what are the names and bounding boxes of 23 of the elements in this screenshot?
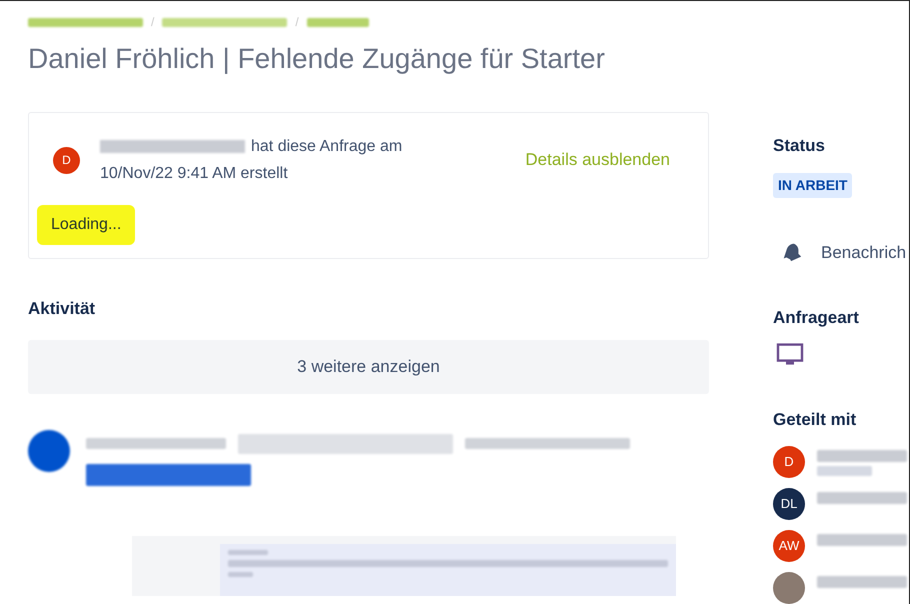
avatar: D	[53, 146, 80, 174]
created-text: hat diese Anfrage am 10/Nov/22 9:41 AM erstellt	[100, 137, 404, 184]
status-label: Status	[773, 135, 826, 157]
request-type-label: Anfrageart	[773, 307, 860, 329]
avatar: DL	[773, 488, 805, 520]
redacted-text	[228, 550, 268, 554]
avatar	[28, 430, 70, 472]
activity-heading: Aktivität	[28, 298, 96, 320]
avatar: AW	[773, 530, 805, 562]
status-badge: IN ARBEIT	[773, 172, 852, 198]
shared-label: Geteilt mit	[773, 408, 858, 430]
redacted-breadcrumb	[306, 18, 369, 26]
breadcrumb-separator: /	[151, 14, 154, 31]
redacted-text	[817, 466, 872, 476]
breadcrumb-separator: /	[295, 14, 299, 31]
avatar: D	[773, 446, 805, 478]
avatar-photo-placeholder	[773, 572, 805, 604]
notifications-link[interactable]: Benachrich	[821, 240, 906, 265]
loading-text: Loading...	[37, 205, 136, 245]
show-more-button[interactable]: 3 weitere anzeigen	[28, 340, 709, 394]
page-title: Daniel Fröhlich | Fehlende Zugänge für Starter	[28, 42, 606, 76]
redacted-text	[228, 572, 253, 576]
bell-icon	[781, 241, 803, 264]
